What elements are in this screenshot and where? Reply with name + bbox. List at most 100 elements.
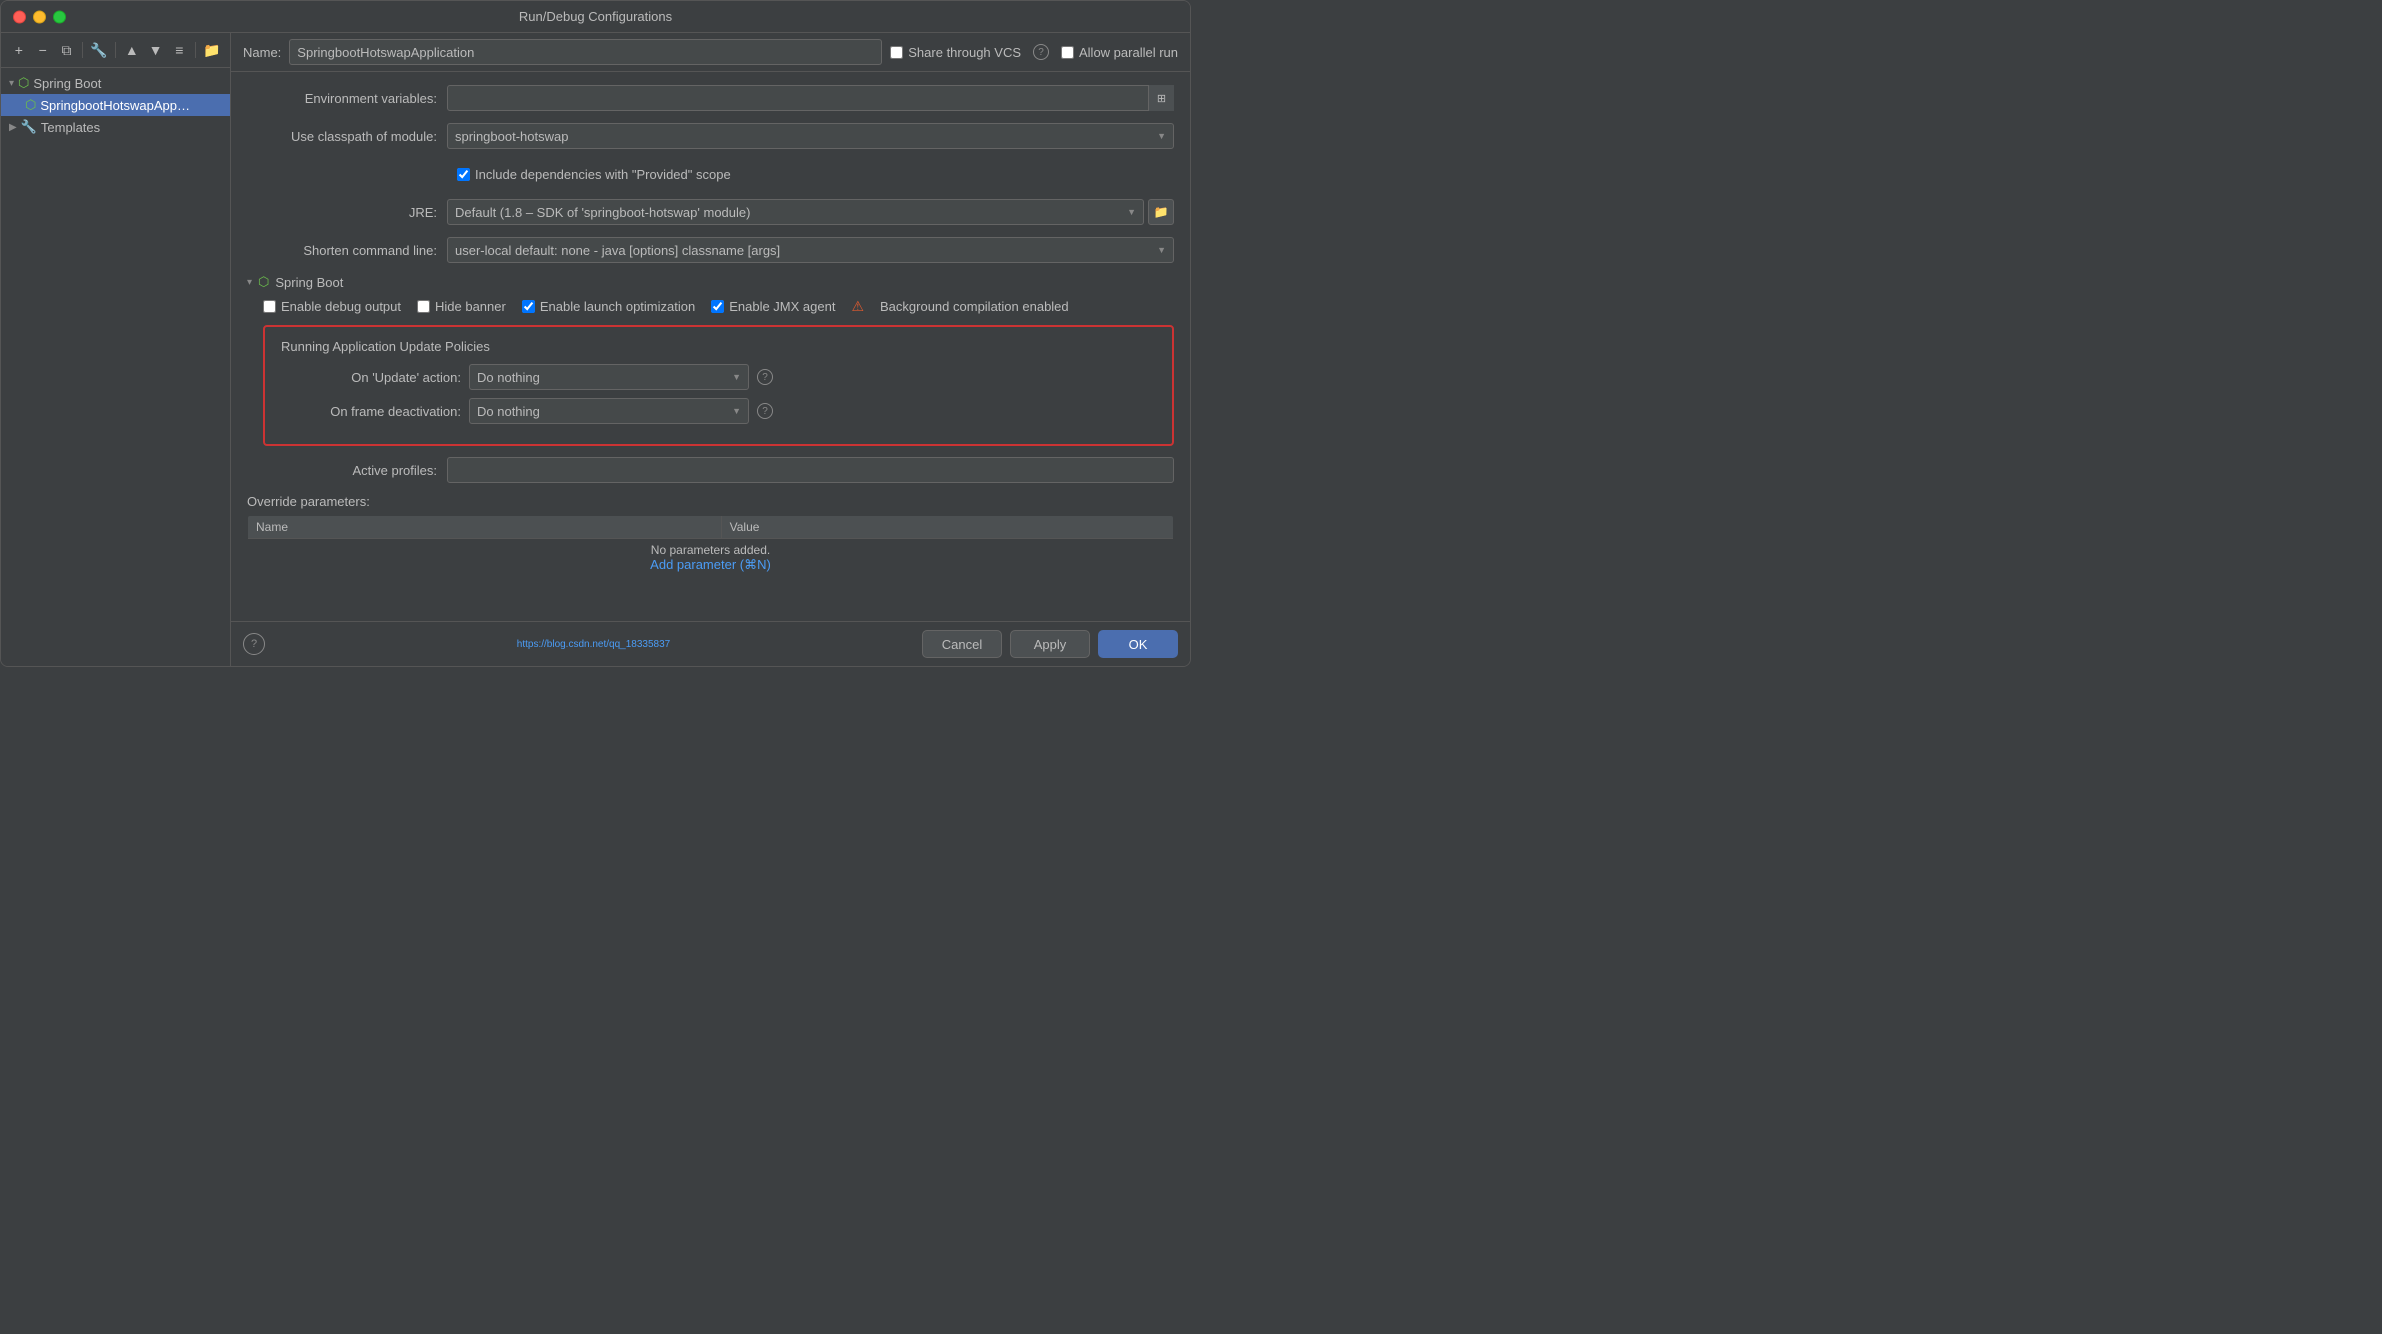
override-params-label: Override parameters: <box>247 494 1174 509</box>
include-deps-checkbox[interactable] <box>457 168 470 181</box>
shorten-select-wrapper: user-local default: none - java [options… <box>447 237 1174 263</box>
copy-config-button[interactable]: ⧉ <box>57 39 77 61</box>
active-profiles-label: Active profiles: <box>247 463 447 478</box>
classpath-select-wrapper: springboot-hotswap <box>447 123 1174 149</box>
shorten-select[interactable]: user-local default: none - java [options… <box>447 237 1174 263</box>
folder-button[interactable]: 📁 <box>202 39 222 61</box>
help-button[interactable]: ? <box>243 633 265 655</box>
dialog-title: Run/Debug Configurations <box>519 9 672 24</box>
spring-boot-section-icon: ⬡ <box>258 274 269 290</box>
shorten-label: Shorten command line: <box>247 243 447 258</box>
sidebar-toolbar: + − ⧉ 🔧 ▲ ▼ ≡ 📁 <box>1 33 230 68</box>
frame-deact-label: On frame deactivation: <box>281 404 461 419</box>
jre-select-wrapper: Default (1.8 – SDK of 'springboot-hotswa… <box>447 199 1144 225</box>
frame-deact-help-icon[interactable]: ? <box>757 403 773 419</box>
hide-banner-label[interactable]: Hide banner <box>417 299 506 314</box>
maximize-button[interactable] <box>53 10 66 23</box>
form-area: Environment variables: ⊞ Use classpath o… <box>231 72 1190 621</box>
env-browse-button[interactable]: ⊞ <box>1148 85 1174 111</box>
frame-deact-row: On frame deactivation: Do nothing ? <box>281 398 1156 424</box>
enable-jmx-label[interactable]: Enable JMX agent <box>711 299 835 314</box>
enable-jmx-text: Enable JMX agent <box>729 299 835 314</box>
params-empty-area: No parameters added. Add parameter (⌘N) <box>248 539 1174 578</box>
enable-launch-label[interactable]: Enable launch optimization <box>522 299 695 314</box>
apply-button[interactable]: Apply <box>1010 630 1090 658</box>
sort-button[interactable]: ≡ <box>170 39 190 61</box>
env-input-wrapper: ⊞ <box>447 85 1174 111</box>
classpath-row: Use classpath of module: springboot-hots… <box>247 122 1174 150</box>
jre-select[interactable]: Default (1.8 – SDK of 'springboot-hotswa… <box>447 199 1144 225</box>
jre-label: JRE: <box>247 205 447 220</box>
bottom-bar: ? https://blog.csdn.net/qq_18335837 Canc… <box>231 621 1190 666</box>
value-col-header: Value <box>721 516 1173 539</box>
sidebar-item-spring-boot[interactable]: ▾ ⬡ Spring Boot <box>1 72 230 94</box>
name-label: Name: <box>243 45 281 60</box>
ok-button[interactable]: OK <box>1098 630 1178 658</box>
update-action-label: On 'Update' action: <box>281 370 461 385</box>
wrench-button[interactable]: 🔧 <box>89 39 109 61</box>
traffic-lights <box>13 10 66 23</box>
share-help-icon[interactable]: ? <box>1033 44 1049 60</box>
allow-parallel-checkbox[interactable] <box>1061 46 1074 59</box>
enable-jmx-checkbox[interactable] <box>711 300 724 313</box>
cancel-button[interactable]: Cancel <box>922 630 1002 658</box>
frame-deact-select[interactable]: Do nothing <box>469 398 749 424</box>
templates-icon: 🔧 <box>21 119 37 135</box>
hide-banner-text: Hide banner <box>435 299 506 314</box>
classpath-select[interactable]: springboot-hotswap <box>447 123 1174 149</box>
update-action-row: On 'Update' action: Do nothing ? <box>281 364 1156 390</box>
include-deps-row: Include dependencies with "Provided" sco… <box>247 160 1174 188</box>
url-bar: https://blog.csdn.net/qq_18335837 <box>517 639 670 650</box>
top-bar-right: Share through VCS ? Allow parallel run <box>890 44 1178 60</box>
enable-launch-checkbox[interactable] <box>522 300 535 313</box>
toolbar-separator <box>82 42 83 58</box>
update-action-select[interactable]: Do nothing <box>469 364 749 390</box>
share-vcs-checkbox[interactable] <box>890 46 903 59</box>
close-button[interactable] <box>13 10 26 23</box>
name-input[interactable] <box>289 39 882 65</box>
name-bar: Name: Share through VCS ? Allow parallel… <box>231 33 1190 72</box>
frame-deact-select-wrapper: Do nothing <box>469 398 749 424</box>
expand-icon: ▾ <box>9 78 14 89</box>
env-input[interactable] <box>447 85 1174 111</box>
spring-boot-child-icon: ⬡ <box>25 97 36 113</box>
include-deps-label[interactable]: Include dependencies with "Provided" sco… <box>457 167 731 182</box>
allow-parallel-label: Allow parallel run <box>1079 45 1178 60</box>
override-params-section: Override parameters: Name Value No par <box>247 494 1174 578</box>
env-row: Environment variables: ⊞ <box>247 84 1174 112</box>
move-up-button[interactable]: ▲ <box>122 39 142 61</box>
enable-debug-label[interactable]: Enable debug output <box>263 299 401 314</box>
sidebar-item-templates[interactable]: ▶ 🔧 Templates <box>1 116 230 138</box>
remove-config-button[interactable]: − <box>33 39 53 61</box>
minimize-button[interactable] <box>33 10 46 23</box>
jre-folder-button[interactable]: 📁 <box>1148 199 1174 225</box>
add-param-link[interactable]: Add parameter (⌘N) <box>256 557 1165 573</box>
update-action-help-icon[interactable]: ? <box>757 369 773 385</box>
active-profiles-input[interactable] <box>447 457 1174 483</box>
jre-row: JRE: Default (1.8 – SDK of 'springboot-h… <box>247 198 1174 226</box>
policies-box: Running Application Update Policies On '… <box>263 325 1174 446</box>
sidebar: + − ⧉ 🔧 ▲ ▼ ≡ 📁 ▾ ⬡ Spring Boot ⬡ <box>1 33 231 666</box>
policies-title: Running Application Update Policies <box>281 339 1156 354</box>
share-vcs-checkbox-label[interactable]: Share through VCS <box>890 45 1021 60</box>
hide-banner-checkbox[interactable] <box>417 300 430 313</box>
active-profiles-row: Active profiles: <box>247 456 1174 484</box>
move-down-button[interactable]: ▼ <box>146 39 166 61</box>
sidebar-item-label: SpringbootHotswapApp… <box>40 98 190 113</box>
run-debug-dialog: Run/Debug Configurations + − ⧉ 🔧 ▲ ▼ ≡ 📁… <box>0 0 1191 667</box>
spring-boot-section-label: Spring Boot <box>275 275 343 290</box>
expand-icon-templates: ▶ <box>9 122 17 133</box>
spring-boot-expand-icon[interactable]: ▾ <box>247 277 252 288</box>
shorten-row: Shorten command line: user-local default… <box>247 236 1174 264</box>
main-content: + − ⧉ 🔧 ▲ ▼ ≡ 📁 ▾ ⬡ Spring Boot ⬡ <box>1 33 1190 666</box>
sidebar-item-hotswap[interactable]: ⬡ SpringbootHotswapApp… <box>1 94 230 116</box>
empty-params-row: No parameters added. Add parameter (⌘N) <box>248 539 1174 578</box>
allow-parallel-checkbox-label[interactable]: Allow parallel run <box>1061 45 1178 60</box>
spring-boot-options-row: Enable debug output Hide banner Enable l… <box>247 298 1174 315</box>
params-table: Name Value No parameters added. Add para… <box>247 515 1174 578</box>
toolbar-separator2 <box>115 42 116 58</box>
add-config-button[interactable]: + <box>9 39 29 61</box>
enable-debug-checkbox[interactable] <box>263 300 276 313</box>
update-action-select-wrapper: Do nothing <box>469 364 749 390</box>
share-vcs-label: Share through VCS <box>908 45 1021 60</box>
